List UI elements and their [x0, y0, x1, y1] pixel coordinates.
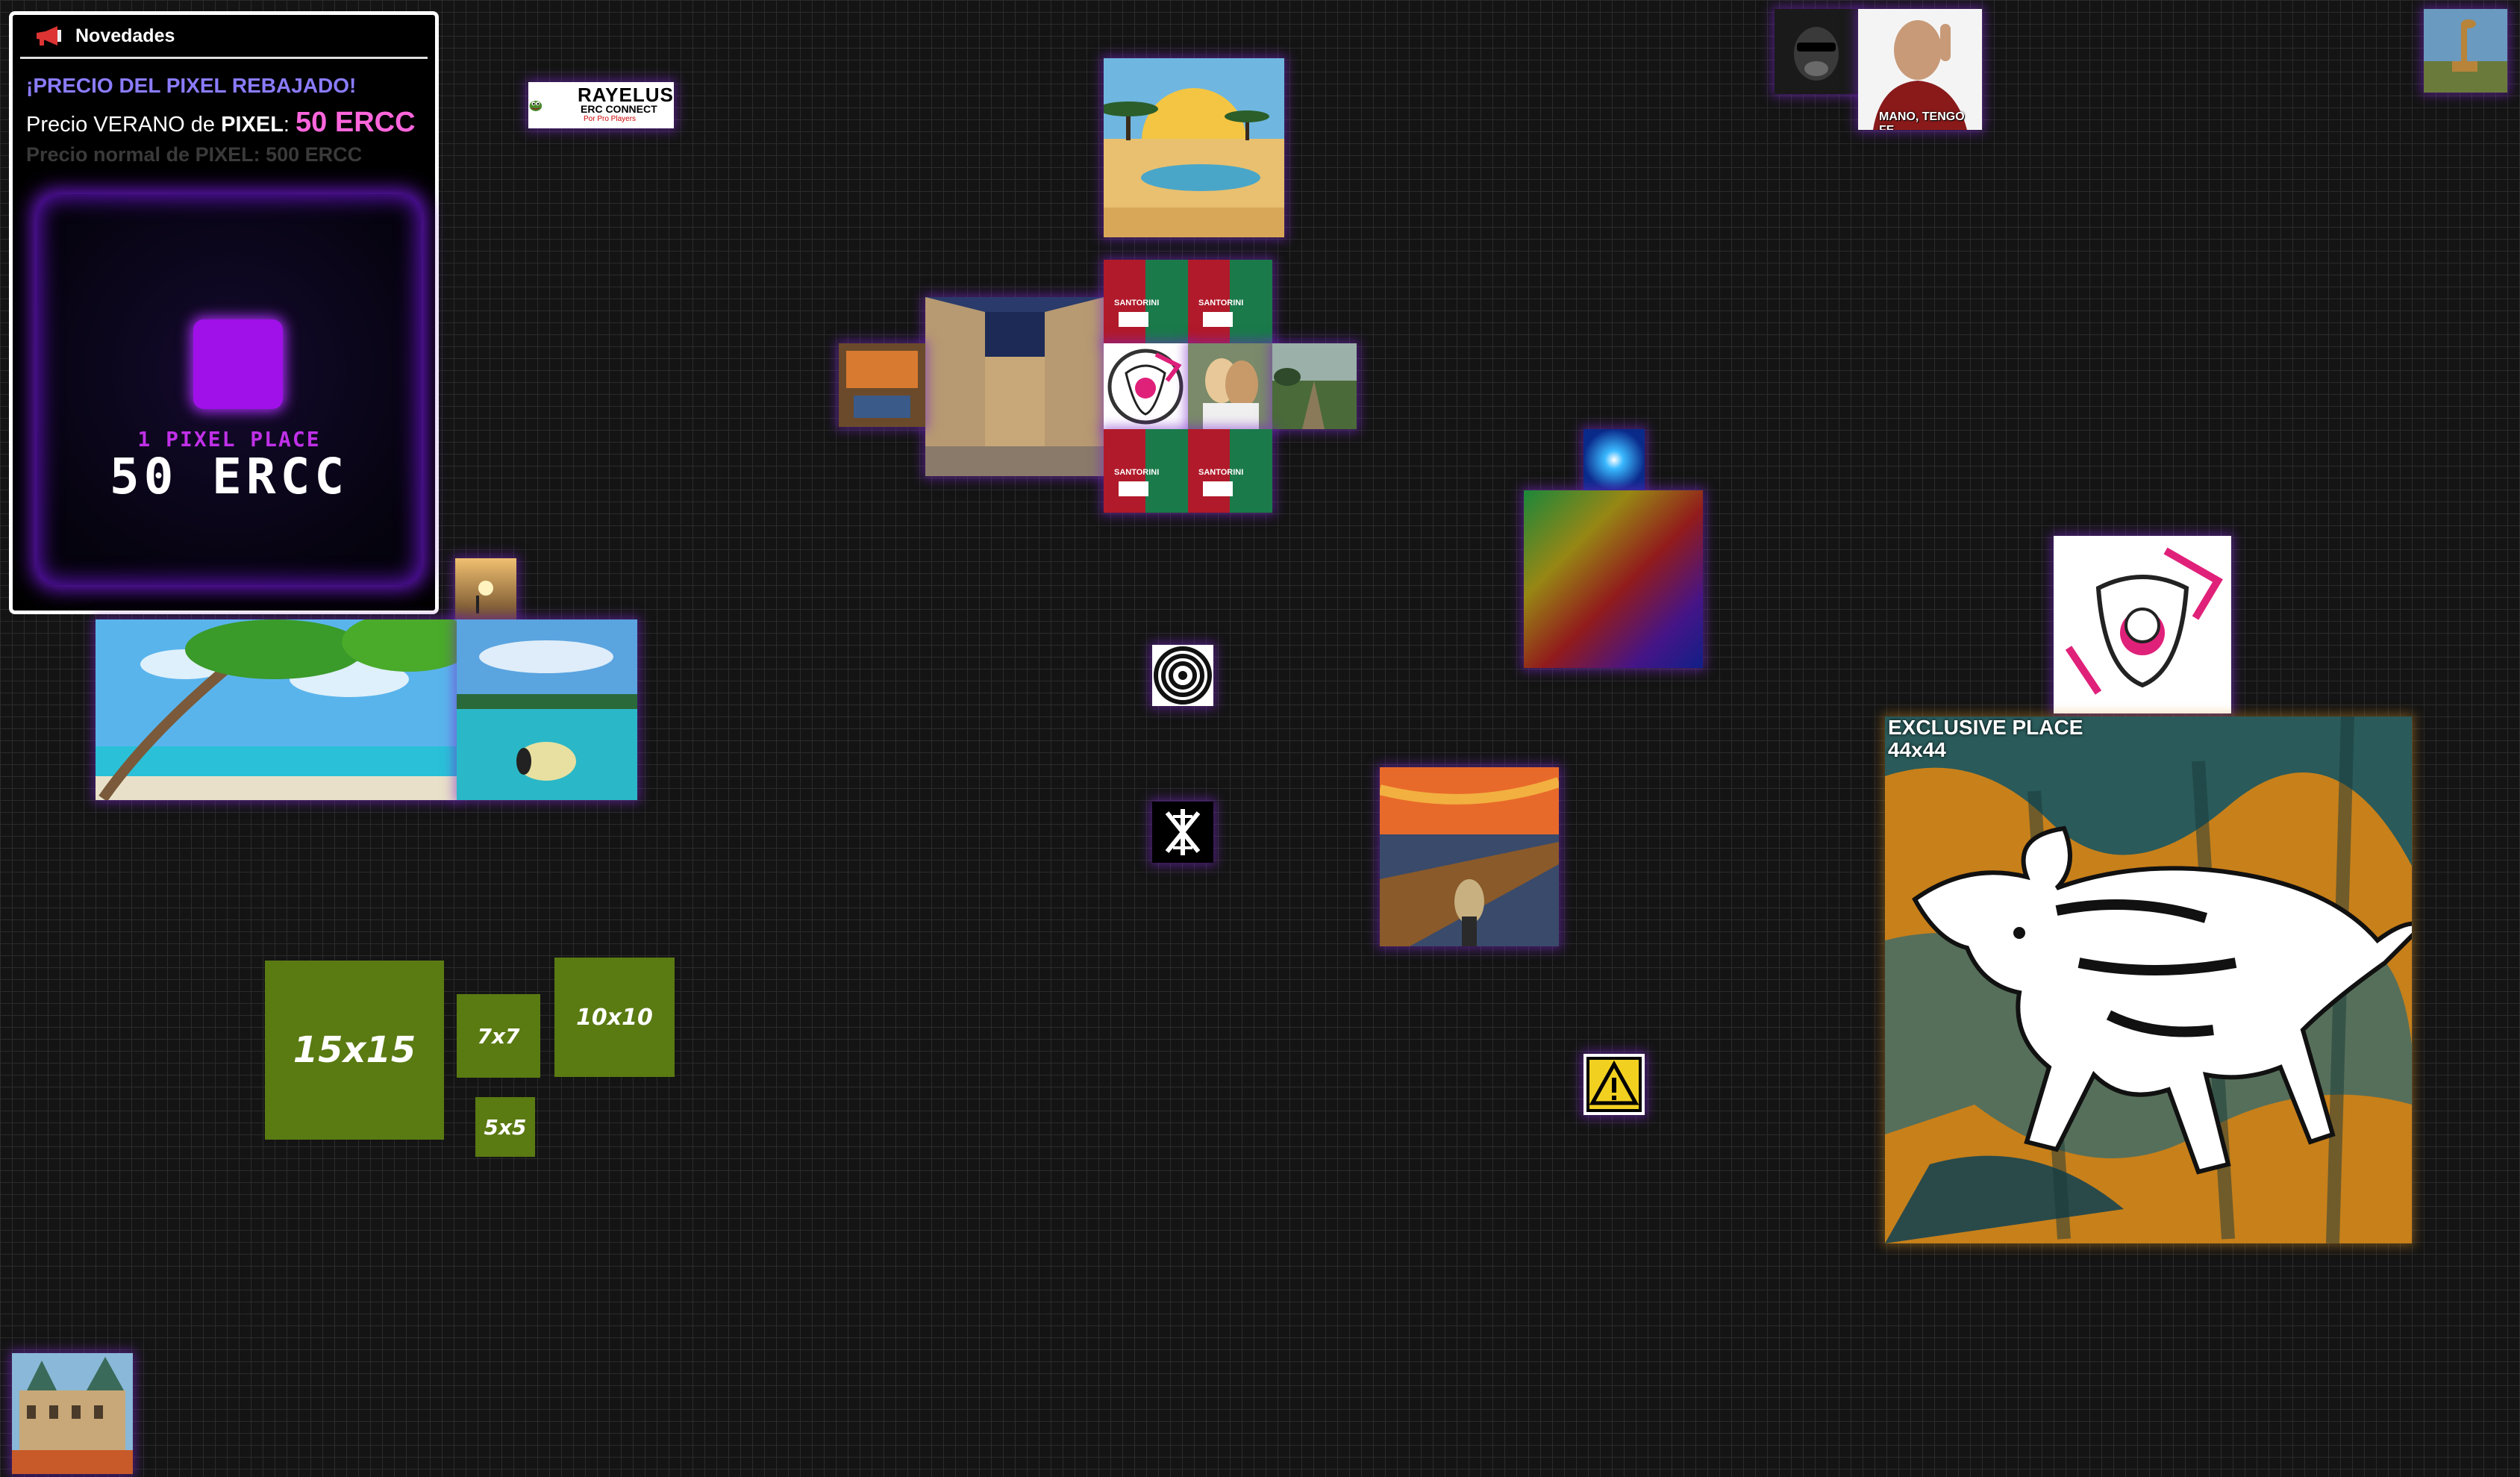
news-title: Novedades: [75, 25, 175, 46]
monkey-photo: [1775, 9, 1858, 94]
giraffe-photo-tile[interactable]: [2424, 9, 2507, 93]
frog-logo-icon: [528, 98, 543, 113]
scream-painting: [1380, 767, 1559, 946]
summer-prefix: Precio VERANO de: [26, 113, 216, 137]
santorini-jerseys-bottom-tile[interactable]: SANTORINI SANTORINI: [1104, 429, 1272, 513]
news-header: Novedades: [20, 15, 428, 59]
promo-banner[interactable]: 1 PIXEL PLACE 50 ERCC: [37, 194, 422, 585]
rayelus-banner-tile[interactable]: RAYELUS ERC CONNECT Por Pro Players: [528, 82, 674, 128]
santorini-label-4: SANTORINI: [1198, 468, 1244, 477]
santorini-label-1: SANTORINI: [1114, 299, 1160, 307]
savanna-image-tile[interactable]: [1104, 58, 1284, 237]
savanna-image: [1104, 58, 1284, 237]
monkey-photo-tile[interactable]: [1775, 9, 1858, 94]
santorini-label-2: SANTORINI: [1198, 299, 1244, 307]
news-headline: ¡PRECIO DEL PIXEL REBAJADO!: [26, 74, 357, 97]
symbol-tile[interactable]: [1152, 802, 1213, 863]
size-example-10x10[interactable]: 10x10: [554, 958, 675, 1077]
couple-photo: [1188, 343, 1272, 429]
rainbow-pixels-tile[interactable]: [1524, 490, 1703, 668]
sunset-photo-tile[interactable]: [455, 558, 516, 619]
blue-glow-tile[interactable]: [1583, 429, 1645, 490]
small-art-tile[interactable]: [839, 343, 925, 427]
building-photo-tile[interactable]: [12, 1353, 133, 1474]
sunset-photo: [455, 558, 516, 619]
news-panel: Novedades ¡PRECIO DEL PIXEL REBAJADO! Pr…: [9, 11, 439, 614]
rainbow-pixels-image: [1524, 490, 1703, 668]
underwater-photo-tile[interactable]: [457, 619, 637, 800]
bull-image: [1885, 716, 2412, 1243]
rayelus-sub: ERC CONNECT: [581, 103, 657, 115]
warning-sign-tile[interactable]: [1583, 1054, 1645, 1115]
santorini-label-3: SANTORINI: [1114, 468, 1160, 477]
x-symbol-icon: [1152, 802, 1213, 863]
club-logo-small-tile[interactable]: [1104, 343, 1188, 429]
summer-price: 50 ERCC: [296, 107, 416, 138]
club-logo-large-tile[interactable]: [2054, 536, 2231, 713]
summer-pixel-word: PIXEL: [221, 113, 284, 137]
field-photo: [1272, 343, 1357, 429]
exclusive-label: EXCLUSIVE PLACE 44x44: [1888, 716, 2083, 761]
meme-caption: MANO, TENGO FE: [1879, 110, 1965, 130]
building-photo: [12, 1353, 133, 1474]
rayelus-sub2: Por Pro Players: [584, 115, 637, 123]
club-shield-icon: [1107, 349, 1184, 425]
size-example-5x5[interactable]: 5x5: [475, 1097, 535, 1157]
warning-icon: [1583, 1054, 1645, 1115]
news-normal-price: Precio normal de PIXEL: 500 ERCC: [26, 143, 363, 166]
spiral-image: [1152, 645, 1213, 706]
scream-painting-tile[interactable]: [1380, 767, 1559, 946]
spiral-tile[interactable]: [1152, 645, 1213, 706]
gallery-photo: [925, 297, 1104, 476]
couple-photo-tile[interactable]: [1188, 343, 1272, 429]
beach-palm-photo: [96, 619, 457, 800]
exclusive-label-text: EXCLUSIVE PLACE: [1888, 716, 2083, 739]
underwater-photo: [457, 619, 637, 800]
size-example-7x7[interactable]: 7x7: [457, 994, 540, 1078]
news-summer-line: Precio VERANO de PIXEL: 50 ERCC: [26, 107, 416, 138]
exclusive-place-tile[interactable]: EXCLUSIVE PLACE 44x44: [1885, 716, 2412, 1243]
exclusive-size-text: 44x44: [1888, 738, 1946, 761]
blue-glow-image: [1583, 429, 1645, 490]
small-art-image: [839, 343, 925, 427]
gallery-photo-tile[interactable]: [925, 297, 1104, 476]
field-photo-tile[interactable]: [1272, 343, 1357, 429]
beach-palm-tile[interactable]: [96, 619, 457, 800]
size-example-15x15[interactable]: 15x15: [265, 961, 444, 1140]
meme-photo-tile[interactable]: MANO, TENGO FE: [1858, 9, 1982, 130]
pixel-square-icon: [193, 319, 283, 409]
megaphone-icon: [37, 26, 61, 46]
giraffe-photo: [2424, 9, 2507, 93]
promo-price: 50 ERCC: [109, 448, 349, 505]
club-logo-large-icon: [2054, 536, 2231, 713]
santorini-jerseys-top-tile[interactable]: SANTORINI SANTORINI: [1104, 260, 1272, 343]
